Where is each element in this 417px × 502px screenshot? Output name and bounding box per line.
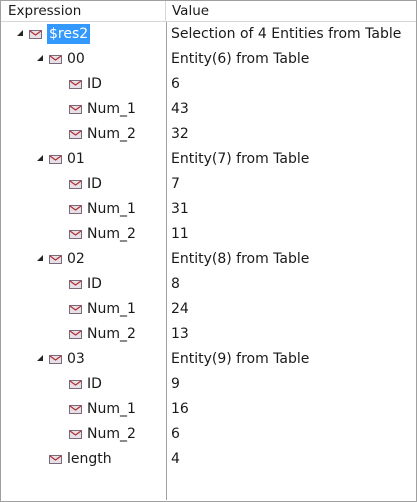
tree-row[interactable]: ID 9 bbox=[1, 372, 416, 397]
expression-name[interactable]: Num_1 bbox=[87, 401, 136, 417]
expression-value[interactable]: 6 bbox=[171, 422, 180, 447]
tree-row[interactable]: ID 8 bbox=[1, 272, 416, 297]
expanded-triangle-icon[interactable] bbox=[17, 30, 24, 37]
object-node-icon bbox=[69, 230, 82, 239]
tree-row[interactable]: Num_2 13 bbox=[1, 322, 416, 347]
object-node-icon bbox=[69, 80, 82, 89]
tree-row[interactable]: $res2 Selection of 4 Entities from Table bbox=[1, 22, 416, 47]
expression-value[interactable]: 9 bbox=[171, 372, 180, 397]
column-header-row: Expression Value bbox=[1, 1, 416, 22]
object-node-icon bbox=[49, 255, 62, 264]
tree-row[interactable]: Num_1 43 bbox=[1, 97, 416, 122]
expression-value[interactable]: 6 bbox=[171, 72, 180, 97]
expression-value[interactable]: 13 bbox=[171, 322, 189, 347]
object-node-icon bbox=[69, 405, 82, 414]
expression-value[interactable]: 31 bbox=[171, 197, 189, 222]
object-node-icon bbox=[69, 305, 82, 314]
expression-name[interactable]: ID bbox=[87, 176, 102, 192]
expression-name[interactable]: Num_2 bbox=[87, 226, 136, 242]
object-node-icon bbox=[49, 455, 62, 464]
object-node-icon bbox=[69, 180, 82, 189]
expression-name[interactable]: Num_2 bbox=[87, 326, 136, 342]
expression-name[interactable]: ID bbox=[87, 276, 102, 292]
expression-value[interactable]: Entity(7) from Table bbox=[171, 147, 309, 172]
expression-value[interactable]: Entity(8) from Table bbox=[171, 247, 309, 272]
tree-row[interactable]: Num_1 16 bbox=[1, 397, 416, 422]
expression-value[interactable]: 8 bbox=[171, 272, 180, 297]
object-node-icon bbox=[49, 155, 62, 164]
expression-name[interactable]: Num_1 bbox=[87, 201, 136, 217]
object-node-icon bbox=[49, 55, 62, 64]
expression-column-header[interactable]: Expression bbox=[8, 1, 81, 21]
tree-row[interactable]: ID 6 bbox=[1, 72, 416, 97]
object-node-icon bbox=[69, 205, 82, 214]
expression-value[interactable]: 24 bbox=[171, 297, 189, 322]
tree-row[interactable]: 01 Entity(7) from Table bbox=[1, 147, 416, 172]
object-node-icon bbox=[69, 130, 82, 139]
expression-name[interactable]: ID bbox=[87, 376, 102, 392]
tree-row[interactable]: 03 Entity(9) from Table bbox=[1, 347, 416, 372]
expression-name[interactable]: Num_1 bbox=[87, 101, 136, 117]
expression-name[interactable]: $res2 bbox=[47, 24, 91, 44]
tree-row[interactable]: ID 7 bbox=[1, 172, 416, 197]
tree-row[interactable]: Num_2 11 bbox=[1, 222, 416, 247]
expression-value[interactable]: 43 bbox=[171, 97, 189, 122]
tree-row[interactable]: Num_1 24 bbox=[1, 297, 416, 322]
tree-row[interactable]: Num_2 6 bbox=[1, 422, 416, 447]
tree-row[interactable]: length 4 bbox=[1, 447, 416, 472]
tree-row[interactable]: 00 Entity(6) from Table bbox=[1, 47, 416, 72]
expression-name[interactable]: 00 bbox=[67, 51, 85, 67]
object-node-icon bbox=[69, 330, 82, 339]
expression-name[interactable]: Num_1 bbox=[87, 301, 136, 317]
expression-value[interactable]: 16 bbox=[171, 397, 189, 422]
tree-row[interactable]: Num_2 32 bbox=[1, 122, 416, 147]
expression-name[interactable]: 03 bbox=[67, 351, 85, 367]
object-node-icon bbox=[69, 280, 82, 289]
expression-name[interactable]: length bbox=[67, 451, 112, 467]
expanded-triangle-icon[interactable] bbox=[37, 355, 44, 362]
expression-value[interactable]: Selection of 4 Entities from Table bbox=[171, 22, 401, 47]
tree-row[interactable]: 02 Entity(8) from Table bbox=[1, 247, 416, 272]
object-node-icon bbox=[49, 355, 62, 364]
watch-grid: Expression Value $res2 Selection of 4 Ent… bbox=[0, 0, 417, 502]
object-node-icon bbox=[69, 105, 82, 114]
expanded-triangle-icon[interactable] bbox=[37, 55, 44, 62]
expanded-triangle-icon[interactable] bbox=[37, 155, 44, 162]
expression-value[interactable]: 4 bbox=[171, 447, 180, 472]
expression-name[interactable]: 01 bbox=[67, 151, 85, 167]
expression-value[interactable]: 7 bbox=[171, 172, 180, 197]
column-resize-handle[interactable] bbox=[165, 1, 166, 21]
expanded-triangle-icon[interactable] bbox=[37, 255, 44, 262]
expression-name[interactable]: ID bbox=[87, 76, 102, 92]
value-column-header[interactable]: Value bbox=[172, 1, 209, 21]
expression-value[interactable]: Entity(9) from Table bbox=[171, 347, 309, 372]
expression-name[interactable]: Num_2 bbox=[87, 426, 136, 442]
object-node-icon bbox=[69, 380, 82, 389]
object-node-icon bbox=[69, 430, 82, 439]
object-node-icon bbox=[29, 30, 42, 39]
expression-name[interactable]: Num_2 bbox=[87, 126, 136, 142]
tree-rows: $res2 Selection of 4 Entities from Table 0… bbox=[1, 22, 416, 472]
expression-name[interactable]: 02 bbox=[67, 251, 85, 267]
expression-value[interactable]: Entity(6) from Table bbox=[171, 47, 309, 72]
expression-value[interactable]: 32 bbox=[171, 122, 189, 147]
expression-value[interactable]: 11 bbox=[171, 222, 189, 247]
tree-row[interactable]: Num_1 31 bbox=[1, 197, 416, 222]
